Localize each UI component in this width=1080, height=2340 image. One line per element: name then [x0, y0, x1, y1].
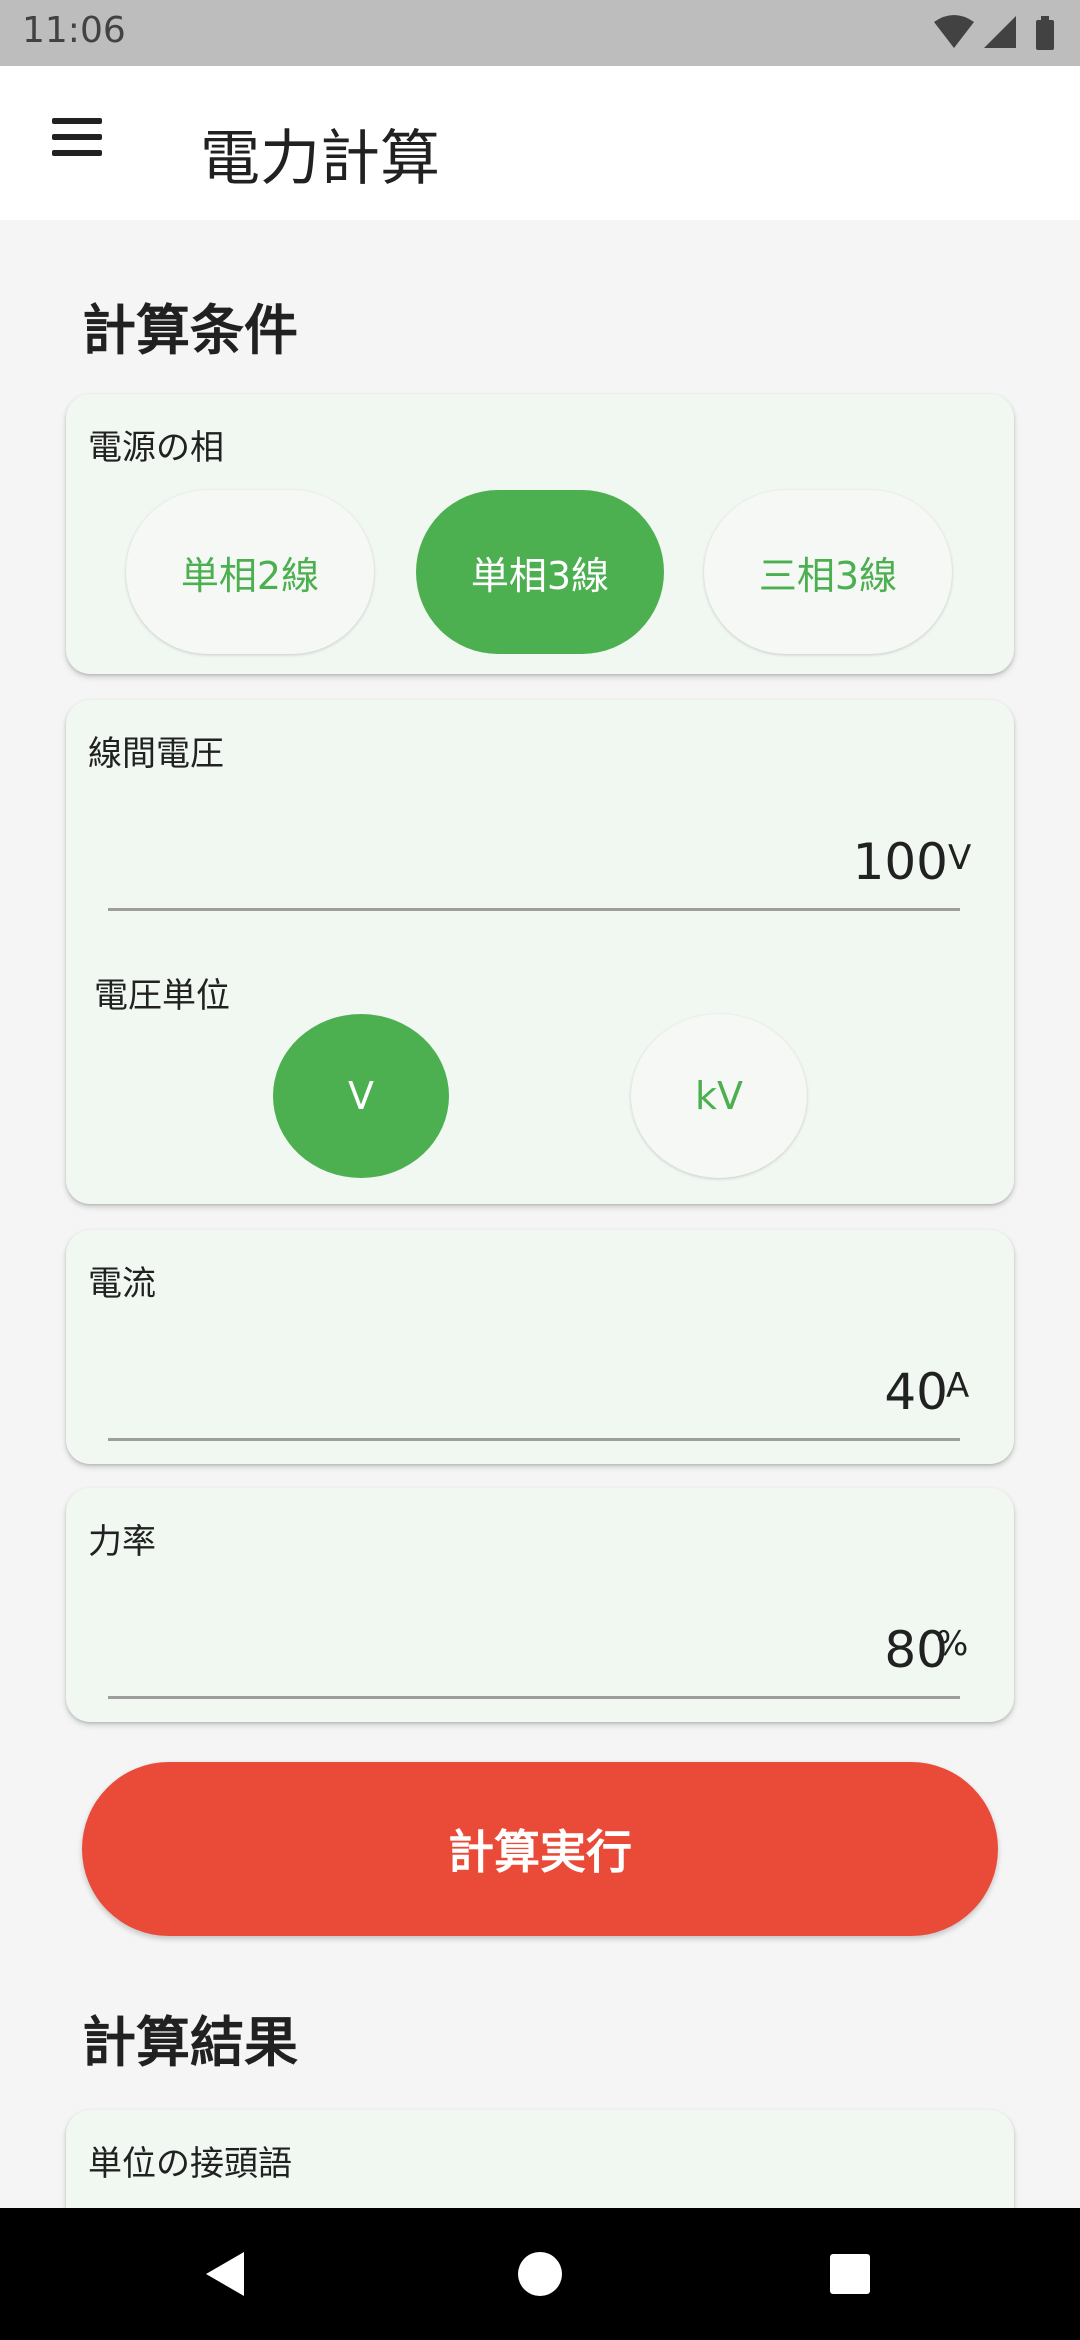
current-unit: A: [946, 1366, 970, 1406]
phase-option-three-3wire[interactable]: 三相3線: [704, 490, 952, 654]
hamburger-menu-icon[interactable]: [40, 110, 112, 176]
page-title: 電力計算: [200, 124, 440, 194]
app-bar: 電力計算: [0, 66, 1080, 220]
current-card: 電流 A: [66, 1230, 1014, 1464]
results-section-title: 計算結果: [82, 2011, 298, 2074]
home-icon[interactable]: [496, 2230, 584, 2318]
signal-icon: [984, 16, 1016, 48]
phase-option-single-3wire[interactable]: 単相3線: [416, 490, 664, 654]
prefix-label: 単位の接頭語: [88, 2144, 292, 2184]
wifi-icon: [934, 15, 974, 48]
voltage-unit: V: [948, 838, 972, 878]
power-factor-unit: %: [936, 1624, 969, 1664]
phase-option-single-2wire[interactable]: 単相2線: [126, 490, 374, 654]
voltage-unit-kv-option[interactable]: kV: [631, 1014, 807, 1178]
power-factor-input[interactable]: [108, 1614, 960, 1699]
voltage-label: 線間電圧: [88, 734, 224, 774]
status-time: 11:06: [22, 10, 126, 51]
voltage-input[interactable]: [108, 826, 960, 911]
execute-button[interactable]: 計算実行: [82, 1762, 998, 1936]
current-input[interactable]: [108, 1356, 960, 1441]
back-icon[interactable]: [182, 2230, 270, 2318]
voltage-card: 線間電圧 V 電圧単位 V kV: [66, 700, 1014, 1204]
battery-icon: [1036, 16, 1054, 50]
current-label: 電流: [88, 1264, 156, 1304]
power-factor-card: 力率 %: [66, 1488, 1014, 1722]
status-icons: [932, 14, 1062, 54]
voltage-unit-label: 電圧単位: [94, 976, 230, 1016]
recents-icon[interactable]: [806, 2230, 894, 2318]
voltage-unit-v-option[interactable]: V: [273, 1014, 449, 1178]
nav-bar: [0, 2208, 1080, 2340]
phase-label: 電源の相: [88, 428, 224, 468]
power-factor-label: 力率: [88, 1522, 156, 1562]
conditions-section-title: 計算条件: [82, 299, 298, 362]
status-bar: 11:06: [0, 0, 1080, 66]
phase-card: 電源の相 単相2線 単相3線 三相3線: [66, 394, 1014, 674]
